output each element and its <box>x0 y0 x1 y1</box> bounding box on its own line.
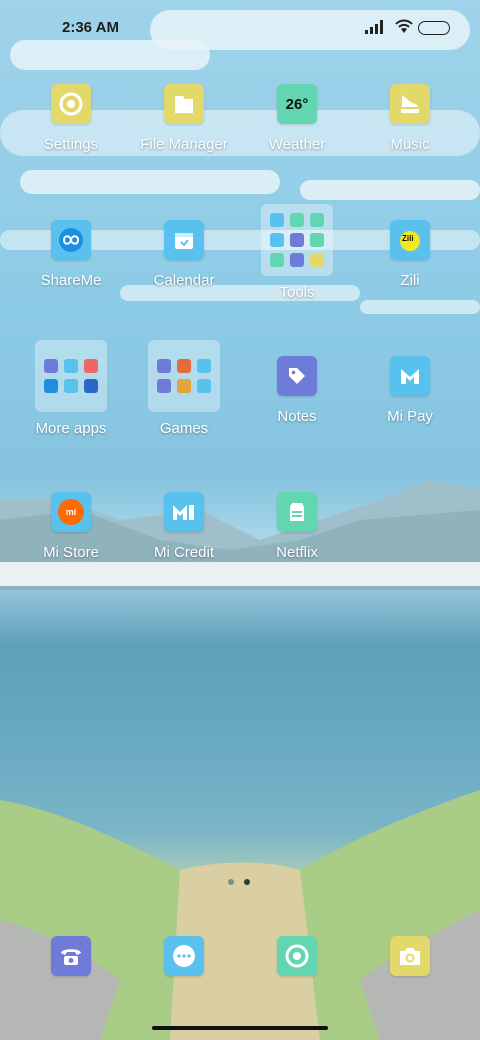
dock-camera[interactable] <box>354 936 466 976</box>
folder-more-apps[interactable]: More apps <box>15 340 127 437</box>
tag-icon <box>277 356 317 396</box>
dock-browser[interactable] <box>241 936 353 976</box>
app-music[interactable]: Music <box>354 84 466 153</box>
mi-pay-icon <box>390 356 430 396</box>
battery-icon <box>418 21 450 35</box>
app-zili[interactable]: Zili Zili <box>354 220 466 289</box>
folder-icon <box>164 84 204 124</box>
mi-store-icon: mi <box>51 492 91 532</box>
svg-text:Zili: Zili <box>402 234 414 243</box>
folder-label: Tools <box>279 284 315 301</box>
app-label: Notes <box>277 408 317 425</box>
app-netflix[interactable]: Netflix <box>241 492 353 561</box>
netflix-icon <box>277 492 317 532</box>
dock-phone[interactable] <box>15 936 127 976</box>
app-settings[interactable]: Settings <box>15 84 127 153</box>
dock-messages[interactable] <box>128 936 240 976</box>
browser-icon <box>277 936 317 976</box>
app-label: ShareMe <box>40 272 102 289</box>
app-label: Settings <box>43 136 99 153</box>
app-label: File Manager <box>140 136 228 153</box>
app-label: Calendar <box>153 272 215 289</box>
calendar-icon <box>164 220 204 260</box>
weather-temperature: 26° <box>285 95 309 113</box>
gramophone-icon <box>390 84 430 124</box>
app-label: Mi Pay <box>387 408 433 425</box>
zili-icon: Zili <box>390 220 430 260</box>
app-calendar[interactable]: Calendar <box>128 220 240 289</box>
weather-icon: 26° <box>277 84 317 124</box>
app-mi-pay[interactable]: Mi Pay <box>354 356 466 425</box>
app-label: Zili <box>400 272 420 289</box>
wifi-icon <box>395 19 413 33</box>
settings-icon <box>51 84 91 124</box>
app-weather[interactable]: 26° Weather <box>241 84 353 153</box>
app-label: Mi Credit <box>153 544 214 561</box>
folder-games[interactable]: Games <box>128 340 240 437</box>
app-mi-store[interactable]: mi Mi Store <box>15 492 127 561</box>
folder-preview <box>261 204 333 276</box>
folder-label: More apps <box>35 420 107 437</box>
app-mi-credit[interactable]: Mi Credit <box>128 492 240 561</box>
clock: 2:36 AM <box>62 19 119 36</box>
mi-credit-icon <box>164 492 204 532</box>
folder-preview <box>148 340 220 412</box>
home-gesture-bar[interactable] <box>152 1026 328 1030</box>
folder-tools[interactable]: Tools <box>241 204 353 301</box>
camera-icon <box>390 936 430 976</box>
phone-icon <box>51 936 91 976</box>
app-label: Weather <box>268 136 326 153</box>
cellular-signal-icon <box>365 20 383 34</box>
app-notes[interactable]: Notes <box>241 356 353 425</box>
status-bar: 2:36 AM <box>0 0 480 56</box>
app-shareme[interactable]: ShareMe <box>15 220 127 289</box>
app-label: Netflix <box>276 544 318 561</box>
shareme-icon <box>51 220 91 260</box>
page-dot-current[interactable] <box>244 879 250 885</box>
chat-bubble-icon <box>164 936 204 976</box>
page-dot[interactable] <box>228 879 234 885</box>
folder-label: Games <box>159 420 209 437</box>
app-label: Mi Store <box>43 544 99 561</box>
app-label: Music <box>390 136 430 153</box>
folder-preview <box>35 340 107 412</box>
app-file-manager[interactable]: File Manager <box>128 84 240 153</box>
page-indicator <box>228 879 250 885</box>
